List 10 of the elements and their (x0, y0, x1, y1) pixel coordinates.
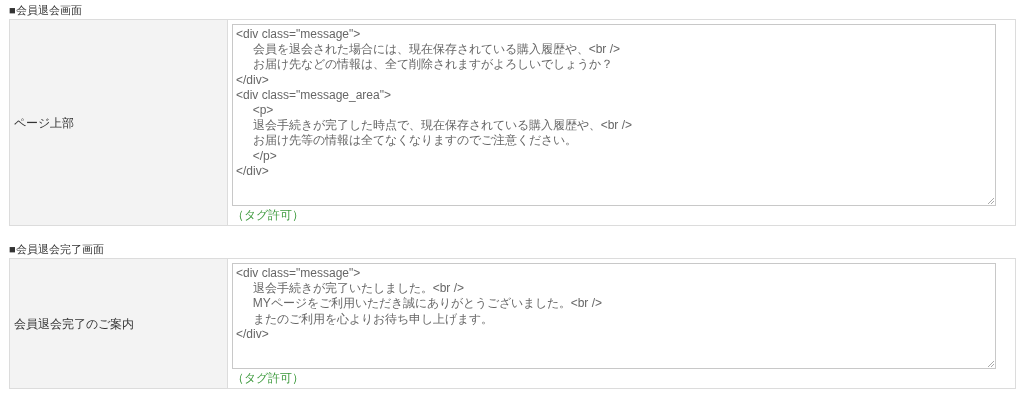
code-text-area[interactable]: <div class="message"> 退会手続きが完了いたしました。<br /> MYページをご利用いただき誠にありがとうございました。<br /> またのご利用を心よりお待ち申し上げます。 </div> (232, 263, 996, 369)
tag-allowed-note: （タグ許可） (232, 371, 304, 385)
resize-handle-icon[interactable] (987, 197, 994, 204)
field-label-cell: 会員退会完了のご案内 (10, 259, 228, 388)
code-text-area[interactable]: <div class="message"> 会員を退会された場合には、現在保存されている購入履歴や、<br /> お届け先などの情報は、全て削除されますがよろしいでしょうか？ </div> <div class="message_area"> <p> 退会手続きが完了した時点で、現在保存されている購入履歴や、<br /> お届け先等の情報は全てなくなりますのでご注意ください。 </p> </div> (232, 24, 996, 206)
field-label-cell: ページ上部 (10, 20, 228, 225)
tag-allowed-note: （タグ許可） (232, 208, 304, 222)
section-heading: ■会員退会完了画面 (9, 242, 104, 256)
resize-handle-icon[interactable] (987, 360, 994, 367)
section-heading: ■会員退会画面 (9, 3, 82, 17)
